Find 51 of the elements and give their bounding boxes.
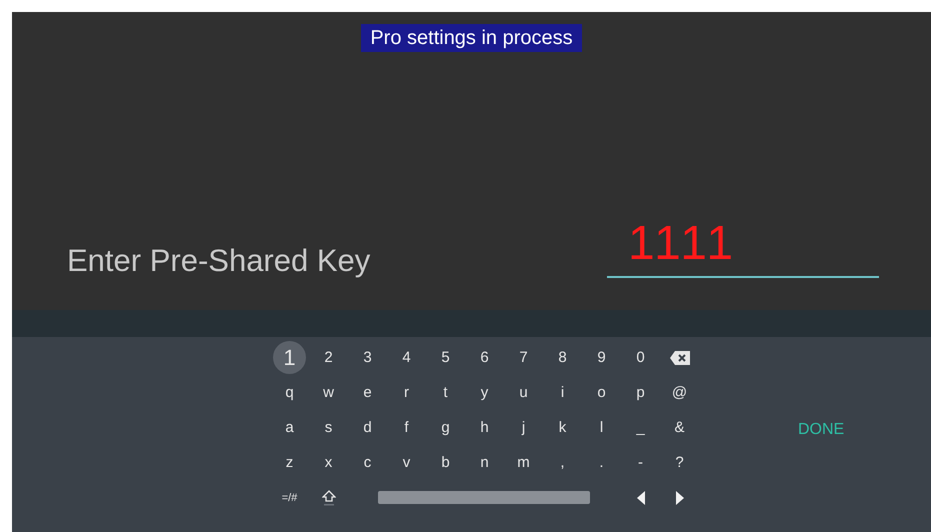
key[interactable]: x: [314, 448, 344, 478]
key[interactable]: 3: [352, 342, 382, 372]
key[interactable]: g: [430, 412, 460, 442]
key[interactable]: t: [430, 378, 460, 408]
key[interactable]: w: [314, 378, 344, 408]
key[interactable]: h: [470, 412, 500, 442]
key[interactable]: q: [274, 378, 304, 408]
prompt-label: Enter Pre-Shared Key: [67, 242, 370, 280]
key[interactable]: 2: [314, 342, 344, 372]
key[interactable]: j: [508, 412, 538, 442]
key[interactable]: 6: [470, 342, 500, 372]
key[interactable]: v: [392, 448, 422, 478]
shift-icon[interactable]: [322, 490, 336, 506]
key[interactable]: a: [274, 412, 304, 442]
key[interactable]: n: [470, 448, 500, 478]
key[interactable]: -: [626, 448, 656, 478]
key[interactable]: c: [352, 448, 382, 478]
key[interactable]: 4: [392, 342, 422, 372]
key[interactable]: f: [392, 412, 422, 442]
key[interactable]: 5: [430, 342, 460, 372]
key[interactable]: d: [352, 412, 382, 442]
done-button[interactable]: DONE: [796, 419, 846, 441]
status-banner: Pro settings in process: [361, 24, 582, 52]
backspace-icon[interactable]: [670, 350, 690, 364]
key[interactable]: @: [664, 378, 694, 408]
key[interactable]: o: [586, 378, 616, 408]
left-arrow-icon[interactable]: [636, 490, 644, 504]
key[interactable]: k: [548, 412, 578, 442]
key[interactable]: i: [548, 378, 578, 408]
key[interactable]: 0: [626, 342, 656, 372]
key[interactable]: &: [664, 412, 694, 442]
key[interactable]: u: [508, 378, 538, 408]
key[interactable]: r: [392, 378, 422, 408]
key[interactable]: =/#: [280, 482, 300, 512]
key[interactable]: p: [626, 378, 656, 408]
key[interactable]: l: [586, 412, 616, 442]
key[interactable]: ,: [548, 448, 578, 478]
key[interactable]: _: [626, 412, 656, 442]
key[interactable]: 8: [548, 342, 578, 372]
key[interactable]: e: [352, 378, 382, 408]
key[interactable]: z: [274, 448, 304, 478]
key[interactable]: y: [470, 378, 500, 408]
key[interactable]: s: [314, 412, 344, 442]
key[interactable]: ?: [664, 448, 694, 478]
key[interactable]: m: [508, 448, 538, 478]
key[interactable]: 7: [508, 342, 538, 372]
key[interactable]: 1: [273, 341, 306, 374]
key[interactable]: b: [430, 448, 460, 478]
key[interactable]: 9: [586, 342, 616, 372]
right-arrow-icon[interactable]: [676, 490, 684, 504]
key[interactable]: .: [586, 448, 616, 478]
